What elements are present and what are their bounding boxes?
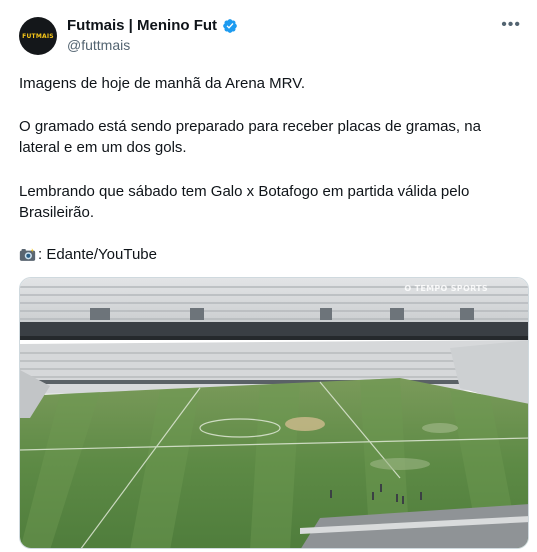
avatar-logo-text: FUTMAIS — [22, 32, 54, 40]
author-name-row: Futmais | Menino Fut — [67, 17, 238, 34]
camera-flash-icon — [19, 248, 36, 261]
verified-badge-icon — [223, 18, 237, 33]
author-handle[interactable]: @futtmais — [67, 37, 130, 53]
avatar[interactable]: FUTMAIS — [19, 17, 57, 55]
stadium-photo — [20, 278, 528, 548]
tweet-paragraph-2: O gramado está sendo preparado para rece… — [19, 118, 481, 156]
tweet-photo[interactable]: O TEMPO SPORTS — [19, 277, 529, 549]
photo-watermark: O TEMPO SPORTS — [404, 284, 488, 293]
tweet-credit: : Edante/YouTube — [19, 244, 519, 265]
more-icon[interactable]: ••• — [501, 17, 521, 33]
credit-text: : Edante/YouTube — [38, 246, 157, 263]
author-name[interactable]: Futmais | Menino Fut — [67, 17, 217, 34]
tweet-paragraph-1: Imagens de hoje de manhã da Arena MRV. — [19, 75, 306, 92]
tweet-paragraph-3: Lembrando que sábado tem Galo x Botafogo… — [19, 183, 470, 221]
